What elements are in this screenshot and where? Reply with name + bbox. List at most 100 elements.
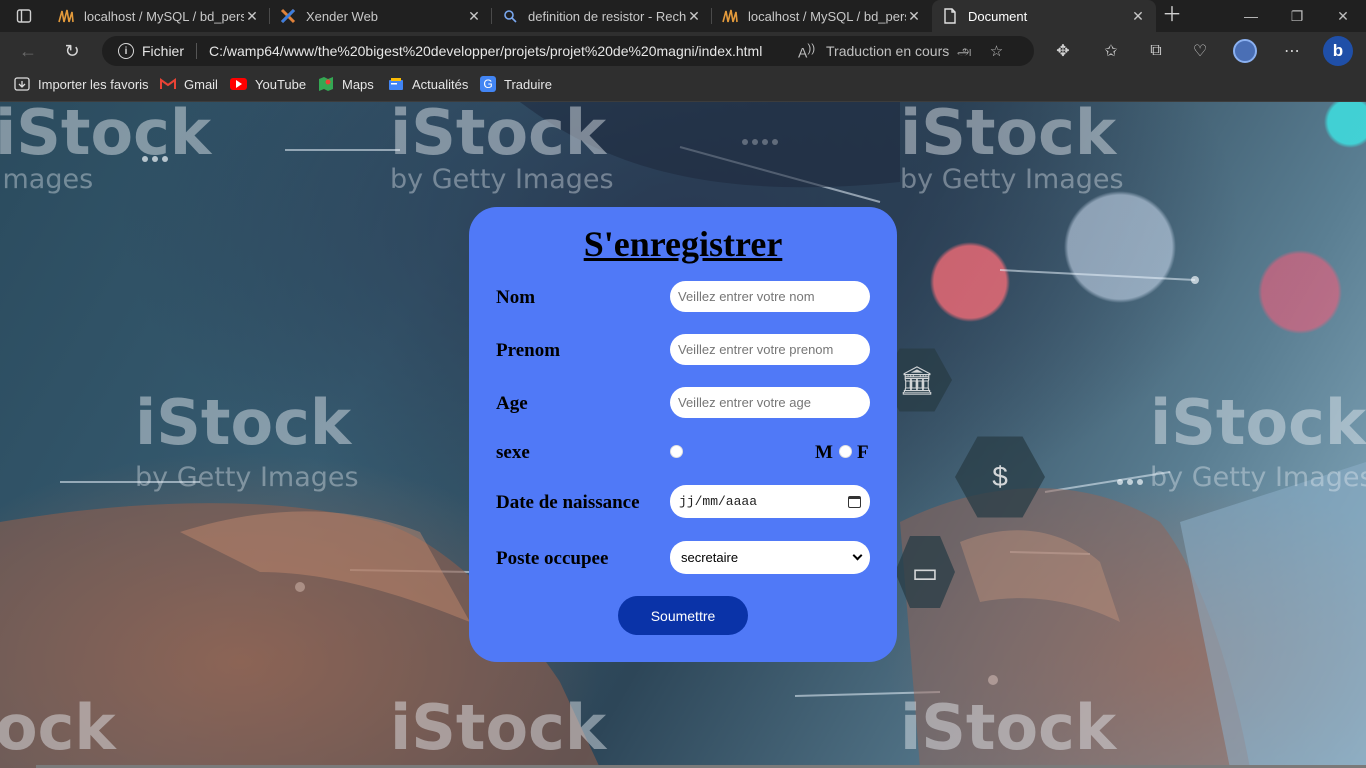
close-icon[interactable]: ✕ <box>906 8 922 25</box>
bookmark-label: Actualités <box>412 76 469 92</box>
bookmark-gmail[interactable]: Gmail <box>160 70 218 98</box>
sexe-option-m-label: M <box>815 442 833 463</box>
bing-icon: b <box>1332 41 1344 60</box>
tab-4[interactable]: localhost / MySQL / bd_personnel ✕ <box>712 0 932 32</box>
tab-2-title: Xender Web <box>306 8 379 24</box>
date-naissance-input[interactable]: jj/mm/aaaa <box>670 485 870 518</box>
tab-3[interactable]: definition de resistor - Recherche ✕ <box>492 0 712 32</box>
puzzle-icon: ✥ <box>1056 43 1070 60</box>
bing-copilot-button[interactable]: b <box>1323 36 1353 66</box>
sexe-radio-m[interactable] <box>670 445 683 458</box>
tab-strip: localhost / MySQL / bd_personnel ✕ Xende… <box>0 0 1366 32</box>
bookmark-label: Gmail <box>184 76 218 92</box>
watermark: ock <box>0 691 116 764</box>
extensions-button[interactable]: ✥ <box>1049 37 1077 65</box>
watermark: iStock <box>900 102 1117 169</box>
favorites-button[interactable]: ✩ <box>1097 37 1125 65</box>
tab-2[interactable]: Xender Web ✕ <box>270 0 492 32</box>
watermark-sub: by Getty Images <box>1150 462 1366 493</box>
document-icon <box>942 8 958 24</box>
watermark: iStock <box>390 102 607 169</box>
age-input[interactable] <box>670 387 870 418</box>
sexe-radio-f[interactable] <box>839 445 852 458</box>
watermark: iStock <box>135 386 352 459</box>
calendar-icon[interactable] <box>848 495 861 508</box>
submit-button[interactable]: Soumettre <box>618 596 748 635</box>
watermark: iStock <box>1150 386 1366 459</box>
back-arrow-icon: ← <box>19 40 37 61</box>
sexe-option-f-label: F <box>857 442 869 463</box>
avatar[interactable] <box>1233 39 1257 63</box>
performance-button[interactable]: ♡ <box>1186 37 1214 65</box>
more-icon: ⋯ <box>1284 43 1300 60</box>
new-tab-button[interactable]: ＋ <box>1160 4 1184 28</box>
tab-actions-button[interactable] <box>8 4 40 28</box>
restore-button[interactable]: ❐ <box>1274 0 1320 32</box>
refresh-button[interactable]: ↻ <box>58 37 86 65</box>
watermark: iStock <box>900 691 1117 764</box>
bookmark-import[interactable]: Importer les favoris <box>14 70 149 98</box>
add-favorite-icon[interactable]: ☆ <box>990 42 1003 60</box>
scheme-label: Fichier <box>142 43 185 59</box>
bookmarks-bar: Importer les favoris Gmail YouTube Maps … <box>0 70 1366 102</box>
address-toolbar: ← ↻ i Fichier C:/wamp64/www/the%20bigest… <box>0 32 1366 70</box>
info-icon[interactable]: i <box>118 43 134 59</box>
phpmyadmin-icon <box>722 8 738 24</box>
tab-actions-icon <box>16 9 32 23</box>
favorites-icon: ✩ <box>1104 43 1118 60</box>
plus-icon: ＋ <box>1162 4 1182 26</box>
bookmark-news[interactable]: Actualités <box>388 70 468 98</box>
watermark-sub: by Getty Images <box>900 164 1124 195</box>
close-icon[interactable]: ✕ <box>466 8 482 25</box>
url-text[interactable]: C:/wamp64/www/the%20bigest%20developper/… <box>209 43 784 59</box>
address-bar[interactable]: i Fichier C:/wamp64/www/the%20bigest%20d… <box>102 36 1034 66</box>
translate-icon: G <box>480 76 496 92</box>
bookmark-youtube[interactable]: YouTube <box>230 70 306 98</box>
import-icon <box>14 76 30 92</box>
back-button[interactable]: ← <box>14 37 42 65</box>
sexe-label: sexe <box>496 442 530 463</box>
minimize-button[interactable]: — <box>1228 0 1274 32</box>
translate-status[interactable]: Traduction en cours <box>826 43 949 59</box>
nom-input[interactable] <box>670 281 870 312</box>
bookmark-translate[interactable]: G Traduire <box>480 70 552 98</box>
close-icon[interactable]: ✕ <box>686 8 702 25</box>
tab-1-title: localhost / MySQL / bd_personnel <box>84 8 244 24</box>
translate-icon[interactable]: அ <box>957 43 971 60</box>
bookmark-label: Traduire <box>504 76 552 92</box>
page-viewport: iStock images iStock by Getty Images iSt… <box>0 102 1366 768</box>
bookmark-maps[interactable]: Maps <box>318 70 374 98</box>
maps-icon <box>318 76 334 92</box>
bookmark-label: Maps <box>342 76 374 92</box>
prenom-label: Prenom <box>496 340 561 361</box>
poste-label: Poste occupee <box>496 548 609 569</box>
registration-card: S'enregistrer Nom Prenom Age sexe M F Da… <box>469 207 897 662</box>
watermark: iStock <box>0 102 212 169</box>
watermark: iStock <box>390 691 607 764</box>
close-icon[interactable]: ✕ <box>244 8 260 25</box>
read-aloud-icon[interactable]: A)) <box>798 42 820 61</box>
close-icon[interactable]: ✕ <box>1130 8 1146 25</box>
search-icon <box>502 8 518 24</box>
tab-document-active[interactable]: Document ✕ <box>932 0 1156 32</box>
poste-select[interactable]: secretaire <box>670 541 870 574</box>
refresh-icon: ↻ <box>64 40 80 61</box>
chevron-down-icon <box>852 550 863 561</box>
watermark-sub: images <box>0 164 94 195</box>
close-icon: ✕ <box>1337 7 1349 24</box>
nom-label: Nom <box>496 287 536 308</box>
prenom-input[interactable] <box>670 334 870 365</box>
poste-selected-value: secretaire <box>681 550 739 565</box>
close-window-button[interactable]: ✕ <box>1320 0 1366 32</box>
divider <box>196 43 198 59</box>
date-label: Date de naissance <box>496 492 640 513</box>
menu-button[interactable]: ⋯ <box>1278 37 1306 65</box>
tab-5-title: Document <box>968 8 1028 24</box>
collections-icon: ⧉ <box>1150 42 1162 59</box>
date-placeholder: jj/mm/aaaa <box>679 494 758 509</box>
collections-button[interactable]: ⧉ <box>1142 37 1170 65</box>
tab-3-title: definition de resistor - Recherche <box>528 8 686 24</box>
tab-1[interactable]: localhost / MySQL / bd_personnel ✕ <box>48 0 270 32</box>
restore-icon: ❐ <box>1290 7 1304 24</box>
bookmark-label: YouTube <box>255 76 307 92</box>
